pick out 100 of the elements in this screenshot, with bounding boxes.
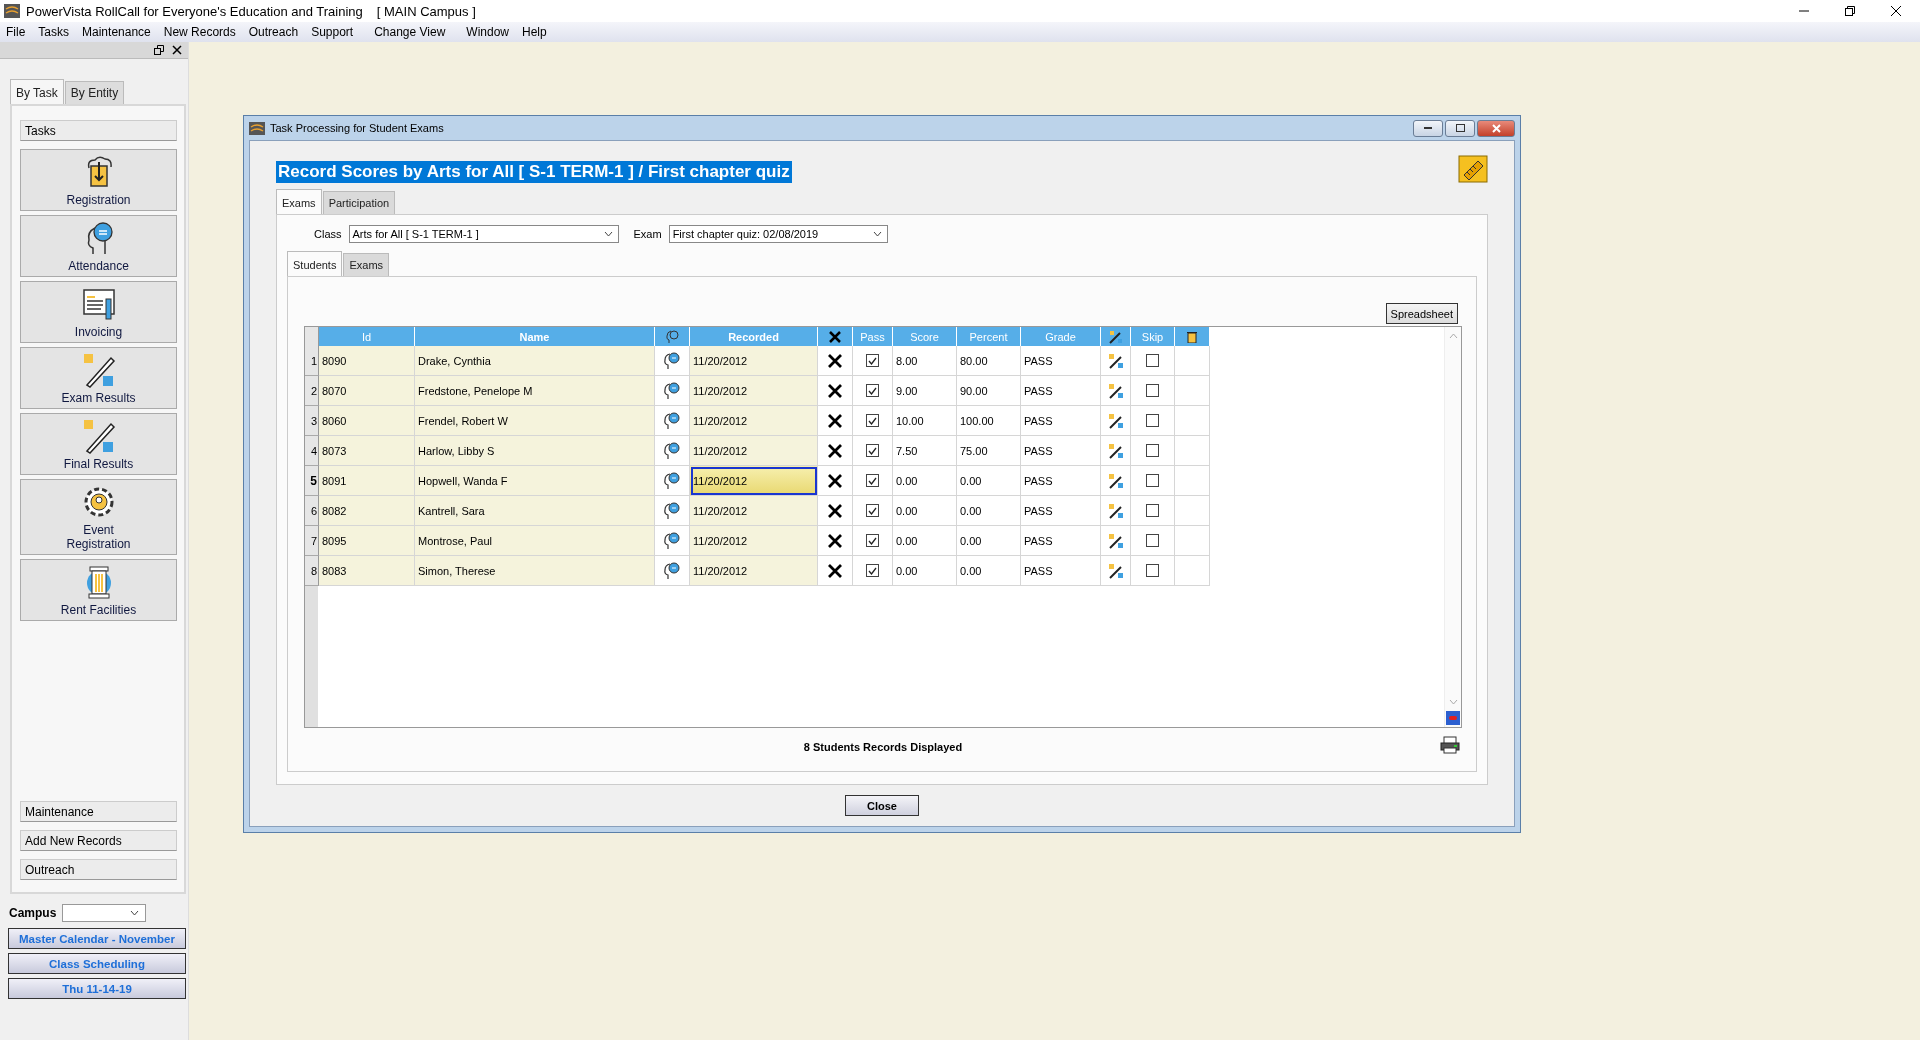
pencil-icon[interactable] [1107, 352, 1124, 369]
head-profile-icon[interactable] [663, 471, 681, 490]
calendar-button[interactable]: Master Calendar - November [8, 928, 186, 949]
menu-item[interactable]: Support [311, 25, 354, 39]
campus-dropdown[interactable] [62, 904, 147, 922]
pencil-icon[interactable] [1107, 502, 1124, 519]
section-header[interactable]: Outreach [20, 859, 177, 880]
menu-item[interactable]: New Records [163, 25, 236, 39]
date-cell[interactable]: 11/20/2012 [690, 346, 818, 376]
pass-checkbox[interactable] [866, 414, 879, 427]
pencil-icon[interactable] [1107, 532, 1124, 549]
exam-dropdown[interactable]: First chapter quiz: 02/08/2019 [668, 225, 888, 243]
table-cell: 100.00 [957, 406, 1021, 436]
head-profile-icon[interactable] [663, 441, 681, 460]
task-button[interactable]: Rent Facilities [20, 559, 177, 621]
tab[interactable]: Exams [343, 253, 390, 276]
pass-checkbox[interactable] [866, 534, 879, 547]
pass-checkbox[interactable] [866, 474, 879, 487]
menu-item[interactable]: Maintenance [82, 25, 151, 39]
section-header[interactable]: Add New Records [20, 830, 177, 851]
column-header[interactable] [1101, 327, 1131, 346]
task-button[interactable]: Invoicing [20, 281, 177, 343]
pencil-icon[interactable] [1107, 412, 1124, 429]
skip-checkbox[interactable] [1146, 504, 1159, 517]
exam-label: Exam [633, 228, 662, 240]
column-header[interactable] [655, 327, 690, 346]
column-header[interactable] [818, 327, 853, 346]
task-button[interactable]: Exam Results [20, 347, 177, 409]
table-cell: Montrose, Paul [415, 526, 655, 556]
head-profile-icon[interactable] [663, 501, 681, 520]
delete-icon[interactable] [828, 353, 842, 368]
head-profile-icon[interactable] [663, 381, 681, 400]
date-cell[interactable]: 11/20/2012 [690, 496, 818, 526]
delete-icon[interactable] [828, 413, 842, 428]
date-cell[interactable]: 11/20/2012 [690, 466, 818, 496]
head-profile-icon[interactable] [663, 411, 681, 430]
table-cell: Harlow, Libby S [415, 436, 655, 466]
date-cell[interactable]: 11/20/2012 [690, 526, 818, 556]
pass-checkbox[interactable] [866, 504, 879, 517]
delete-icon[interactable] [828, 473, 842, 488]
pencil-icon[interactable] [1107, 382, 1124, 399]
close-button[interactable]: Close [845, 795, 919, 816]
menu-item[interactable]: Change View [374, 25, 446, 39]
date-cell[interactable]: 11/20/2012 [690, 406, 818, 436]
skip-checkbox[interactable] [1146, 444, 1159, 457]
skip-checkbox[interactable] [1146, 534, 1159, 547]
spreadsheet-button[interactable]: Spreadsheet [1385, 303, 1458, 324]
close-icon[interactable] [1890, 5, 1902, 17]
pencil-icon[interactable] [1107, 472, 1124, 489]
task-button[interactable]: Final Results [20, 413, 177, 475]
pencil-icon[interactable] [1107, 442, 1124, 459]
date-cell[interactable]: 11/20/2012 [690, 436, 818, 466]
calendar-button[interactable]: Thu 11-14-19 [8, 978, 186, 999]
row-number: 3 [305, 406, 319, 436]
task-button[interactable]: Registration [20, 149, 177, 211]
section-header[interactable]: Tasks [20, 120, 177, 141]
chevron-down-icon [872, 231, 882, 237]
skip-checkbox[interactable] [1146, 414, 1159, 427]
class-dropdown[interactable]: Arts for All [ S-1 TERM-1 ] [348, 225, 619, 243]
pencil-icon[interactable] [1107, 562, 1124, 579]
head-profile-icon[interactable] [663, 531, 681, 550]
date-cell[interactable]: 11/20/2012 [690, 556, 818, 586]
task-button[interactable]: Event Registration [20, 479, 177, 555]
minimize-button[interactable] [1413, 119, 1443, 137]
restore-icon[interactable] [154, 45, 164, 55]
sidebar-tab[interactable]: By Entity [64, 81, 125, 104]
tab[interactable]: Students [287, 251, 343, 276]
delete-icon[interactable] [828, 503, 842, 518]
skip-checkbox[interactable] [1146, 564, 1159, 577]
menu-item[interactable]: Window [466, 25, 510, 39]
menu-item[interactable]: File [6, 25, 26, 39]
menu-item[interactable]: Tasks [38, 25, 70, 39]
skip-checkbox[interactable] [1146, 474, 1159, 487]
delete-icon[interactable] [828, 443, 842, 458]
delete-icon[interactable] [828, 533, 842, 548]
sidebar-tab[interactable]: By Task [10, 79, 64, 104]
date-cell[interactable]: 11/20/2012 [690, 376, 818, 406]
restore-icon[interactable] [1844, 5, 1856, 17]
pass-checkbox[interactable] [866, 384, 879, 397]
pass-checkbox[interactable] [866, 444, 879, 457]
maximize-button[interactable] [1445, 119, 1475, 137]
pass-checkbox[interactable] [866, 354, 879, 367]
pass-checkbox[interactable] [866, 564, 879, 577]
head-profile-icon[interactable] [663, 351, 681, 370]
section-header[interactable]: Maintenance [20, 801, 177, 822]
tab[interactable]: Participation [322, 191, 396, 214]
column-header[interactable] [1175, 327, 1210, 346]
close-icon[interactable] [172, 45, 182, 55]
skip-checkbox[interactable] [1146, 384, 1159, 397]
delete-icon[interactable] [828, 563, 842, 578]
head-profile-icon[interactable] [663, 561, 681, 580]
calendar-button[interactable]: Class Scheduling [8, 953, 186, 974]
close-button[interactable] [1477, 119, 1515, 137]
skip-checkbox[interactable] [1146, 354, 1159, 367]
menu-item[interactable]: Outreach [248, 25, 299, 39]
task-button[interactable]: Attendance [20, 215, 177, 277]
printer-icon[interactable] [1440, 736, 1460, 754]
delete-icon[interactable] [828, 383, 842, 398]
menu-item[interactable]: Help [522, 25, 547, 39]
tab[interactable]: Exams [276, 189, 322, 214]
